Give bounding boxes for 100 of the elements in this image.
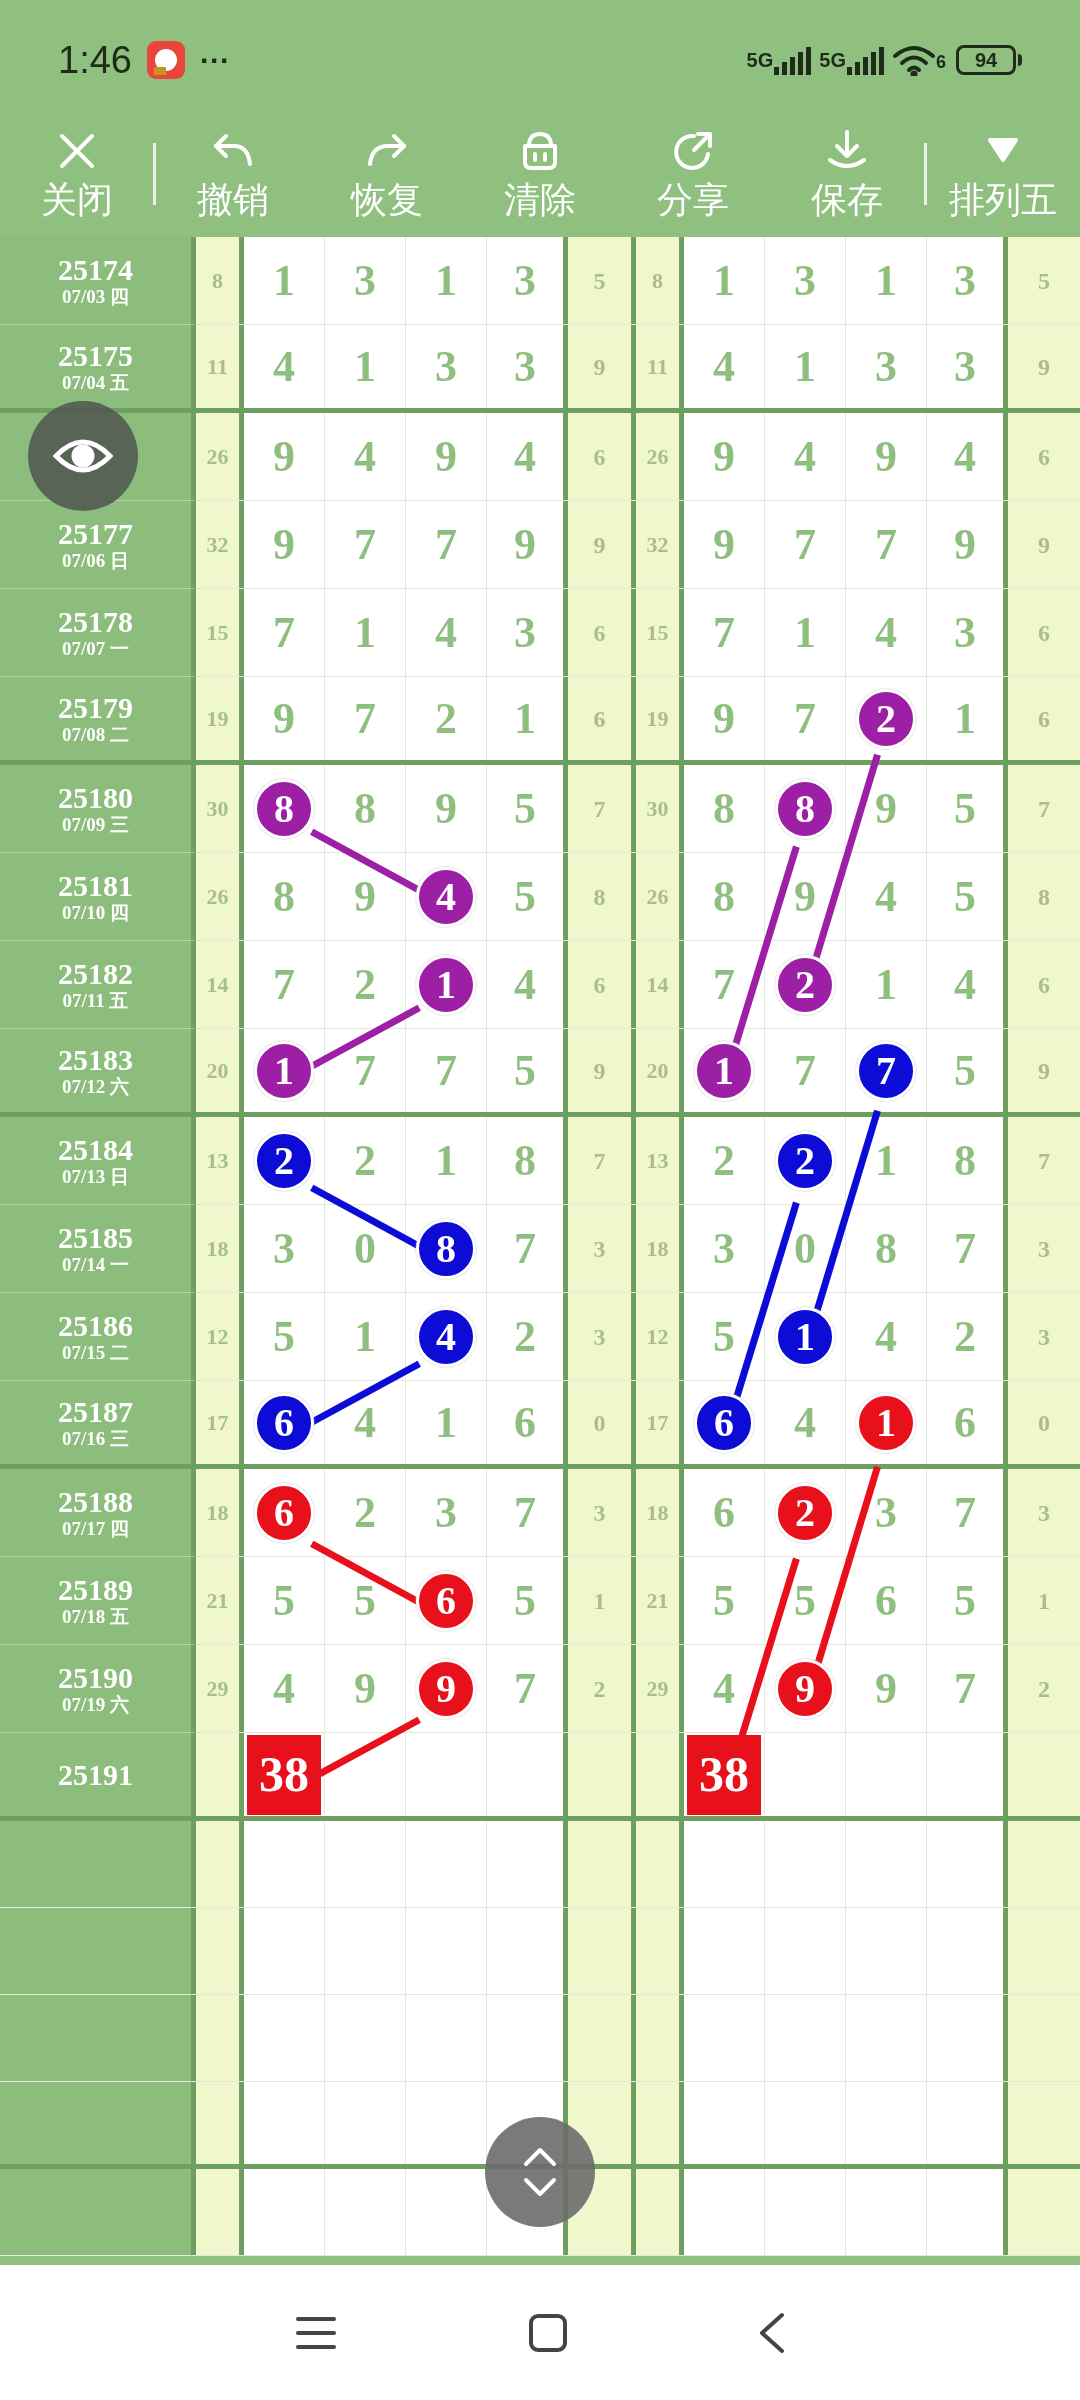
digit-cell: 3	[487, 589, 568, 676]
digit-cell: 9	[325, 853, 406, 940]
span-cell: 2	[568, 1645, 636, 1732]
digit-cell: 1	[325, 589, 406, 676]
digit-cell: 1	[765, 325, 846, 408]
sum-cell: 26	[636, 413, 684, 500]
digit-cell: 5	[927, 853, 1008, 940]
toolbar-button[interactable]: 恢复	[309, 110, 464, 237]
digit-cell: 1	[325, 325, 406, 408]
span-cell: 7	[1008, 765, 1080, 852]
span-cell: 7	[568, 1117, 636, 1204]
toolbar-button[interactable]: 清除	[463, 110, 617, 237]
digit-cell: 9	[406, 765, 487, 852]
digit-cell: 7	[244, 589, 325, 676]
digit-cell: 7	[406, 1029, 487, 1112]
issue-number: 25183	[58, 1043, 133, 1076]
digit-cell: 3	[325, 237, 406, 324]
span-cell: 9	[568, 325, 636, 408]
digit-cell: 8	[684, 765, 765, 852]
digit-cell: 4	[927, 941, 1008, 1028]
digit-cell: 1	[684, 237, 765, 324]
total-marker: 38	[687, 1734, 761, 1815]
digit-cell: 3	[846, 325, 927, 408]
highlighted-digit: 1	[775, 1306, 835, 1367]
span-cell: 3	[1008, 1469, 1080, 1556]
signal-icon	[846, 47, 884, 75]
app-icon	[145, 40, 186, 80]
digit-cell: 7	[244, 941, 325, 1028]
digit-cell: 3	[406, 1469, 487, 1556]
toolbar-button[interactable]: 保存	[770, 110, 924, 237]
toolbar-button[interactable]: 排列五	[926, 110, 1080, 237]
wifi-version: 6	[936, 51, 946, 74]
digit-cell: 3	[487, 325, 568, 408]
digit-cell: 1	[406, 1381, 487, 1464]
toolbar-button[interactable]: 关闭	[0, 110, 154, 237]
digit-cell: 9	[684, 501, 765, 588]
digit-cell: 4	[684, 1645, 765, 1732]
digit-cell: 5	[927, 765, 1008, 852]
digit-cell: 4	[487, 941, 568, 1028]
digit-cell: 3	[927, 325, 1008, 408]
digit-cell: 0	[325, 1205, 406, 1292]
issue-number: 25186	[58, 1309, 133, 1342]
draw-date: 07/08 二	[62, 723, 129, 746]
digit-cell: 1	[244, 237, 325, 324]
digit-cell: 5	[684, 1557, 765, 1644]
digit-cell: 4	[244, 325, 325, 408]
issue-number: 25181	[58, 869, 133, 902]
digit-cell: 2	[927, 1293, 1008, 1380]
digit-cell: 7	[927, 1645, 1008, 1732]
digit-cell: 7	[487, 1469, 568, 1556]
span-cell: 9	[1008, 1029, 1080, 1112]
digit-cell: 5	[927, 1557, 1008, 1644]
issue-number: 25190	[58, 1661, 133, 1694]
more-notifications: ···	[199, 42, 230, 79]
sum-cell: 12	[636, 1293, 684, 1380]
draw-date: 07/11 五	[62, 989, 129, 1012]
draw-date: 07/14 一	[62, 1253, 129, 1276]
digit-cell: 9	[487, 501, 568, 588]
digit-cell: 4	[406, 589, 487, 676]
digit-cell: 8	[684, 853, 765, 940]
span-cell: 7	[568, 765, 636, 852]
digit-cell: 9	[244, 501, 325, 588]
back-icon[interactable]	[758, 2310, 786, 2355]
issue-number: 25184	[58, 1133, 133, 1166]
span-cell: 5	[1008, 237, 1080, 324]
digit-cell: 7	[487, 1205, 568, 1292]
digit-cell: 4	[325, 1381, 406, 1464]
digit-cell: 4	[846, 589, 927, 676]
clock-time: 1:46	[58, 37, 132, 83]
draw-date: 07/07 一	[62, 637, 129, 660]
sum-cell: 18	[636, 1469, 684, 1556]
issue-number: 25185	[58, 1221, 133, 1254]
digit-cell: 4	[765, 1381, 846, 1464]
digit-cell: 5	[487, 765, 568, 852]
digit-cell: 8	[487, 1117, 568, 1204]
digit-cell: 3	[765, 237, 846, 324]
span-cell: 9	[1008, 501, 1080, 588]
digit-cell: 7	[487, 1645, 568, 1732]
battery-level: 94	[956, 45, 1016, 75]
sum-cell: 8	[196, 237, 244, 324]
span-cell: 6	[568, 413, 636, 500]
draw-date: 07/04 五	[62, 371, 129, 394]
sum-cell: 32	[196, 501, 244, 588]
highlighted-digit: 9	[775, 1658, 835, 1719]
digit-cell: 4	[684, 325, 765, 408]
span-cell: 5	[568, 237, 636, 324]
toolbar-button[interactable]: 分享	[616, 110, 771, 237]
sum-cell: 21	[636, 1557, 684, 1644]
toolbar-button[interactable]: 撤销	[156, 110, 310, 237]
span-cell: 1	[1008, 1557, 1080, 1644]
digit-cell: 4	[487, 413, 568, 500]
home-icon[interactable]	[528, 2312, 568, 2353]
digit-cell: 1	[846, 237, 927, 324]
sum-cell: 12	[196, 1293, 244, 1380]
digit-cell: 3	[927, 237, 1008, 324]
draw-date: 07/13 日	[62, 1165, 129, 1188]
sum-cell: 30	[636, 765, 684, 852]
span-cell: 6	[1008, 941, 1080, 1028]
sum-cell: 20	[636, 1029, 684, 1112]
highlighted-digit: 2	[775, 954, 835, 1015]
